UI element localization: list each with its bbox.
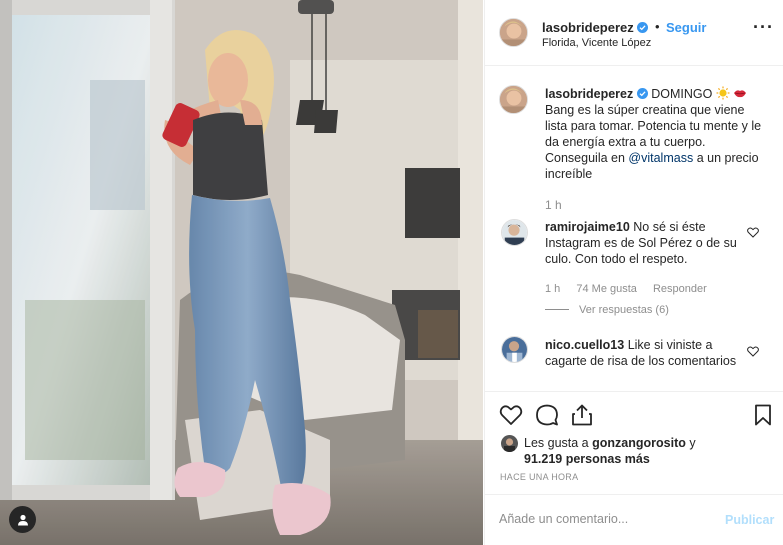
post-sidebar: lasobrideperez • Seguir Florida, Vicente… xyxy=(484,0,783,545)
commenter-avatar[interactable] xyxy=(501,219,528,246)
sun-emoji-icon xyxy=(716,86,730,100)
comment-username-link[interactable]: ramirojaime10 xyxy=(545,220,630,234)
comments-list[interactable]: lasobrideperez DOMINGO Bang es la súper … xyxy=(485,67,783,391)
post-time-ago[interactable]: HACE UNA HORA xyxy=(500,472,578,482)
post-actions: Les gusta a gonzangorosito y 91.219 pers… xyxy=(485,391,783,544)
lips-emoji-icon xyxy=(734,90,747,98)
author-username-link[interactable]: lasobrideperez xyxy=(542,20,649,35)
likes-count-button[interactable]: 91.219 personas más xyxy=(524,452,650,466)
view-replies-button[interactable]: Ver respuestas (6) xyxy=(545,304,669,316)
like-heart-icon[interactable] xyxy=(499,403,523,427)
comment-composer: Publicar xyxy=(485,494,783,545)
comment-username-link[interactable]: nico.cuello13 xyxy=(545,338,624,352)
likes-summary: Les gusta a gonzangorosito y 91.219 pers… xyxy=(524,435,764,467)
view-replies-label: Ver respuestas (6) xyxy=(579,304,669,316)
comment-bubble-icon[interactable] xyxy=(535,403,559,427)
comment-like-heart-icon[interactable] xyxy=(747,346,759,357)
verified-badge-icon xyxy=(636,88,648,99)
post-caption: lasobrideperez DOMINGO Bang es la súper … xyxy=(545,86,767,182)
author-avatar[interactable] xyxy=(499,18,528,47)
share-icon[interactable] xyxy=(570,403,594,427)
location-link[interactable]: Florida, Vicente López xyxy=(542,37,651,49)
user-icon xyxy=(17,514,28,525)
likes-conjunction: y xyxy=(689,436,696,450)
caption-username-link[interactable]: lasobrideperez xyxy=(545,87,633,101)
follow-button[interactable]: Seguir xyxy=(666,20,706,35)
comment-like-heart-icon[interactable] xyxy=(747,227,759,238)
post-image xyxy=(0,0,483,545)
comment-timestamp[interactable]: 1 h xyxy=(545,283,560,295)
liker-avatar[interactable] xyxy=(501,435,518,452)
replies-line xyxy=(545,309,569,310)
caption-text-heading: DOMINGO xyxy=(651,87,713,101)
save-bookmark-icon[interactable] xyxy=(751,403,775,427)
verified-badge-icon xyxy=(637,22,649,33)
commenter-avatar[interactable] xyxy=(501,336,528,363)
header-separator: • xyxy=(655,19,660,34)
post-header: lasobrideperez • Seguir Florida, Vicente… xyxy=(485,0,783,66)
likes-prefix: Les gusta a xyxy=(524,436,589,450)
reply-button[interactable]: Responder xyxy=(653,283,707,295)
comment-likes-count[interactable]: 74 Me gusta xyxy=(576,283,637,295)
caption-author-avatar[interactable] xyxy=(499,85,528,114)
post-photo[interactable] xyxy=(0,0,483,545)
comment-text: ramirojaime10 No sé si éste Instagram es… xyxy=(545,219,745,267)
tagged-user-button[interactable] xyxy=(9,506,36,533)
comment-input[interactable] xyxy=(499,508,709,530)
caption-timestamp[interactable]: 1 h xyxy=(545,198,562,212)
liker-username-link[interactable]: gonzangorosito xyxy=(592,436,686,450)
comment-text: nico.cuello13 Like si viniste a cagarte … xyxy=(545,337,745,369)
more-options-button[interactable]: ··· xyxy=(753,18,774,36)
publish-button[interactable]: Publicar xyxy=(725,513,774,527)
comment-meta: 1 h 74 Me gusta Responder xyxy=(545,283,720,295)
mention-link[interactable]: @vitalmass xyxy=(628,151,693,165)
